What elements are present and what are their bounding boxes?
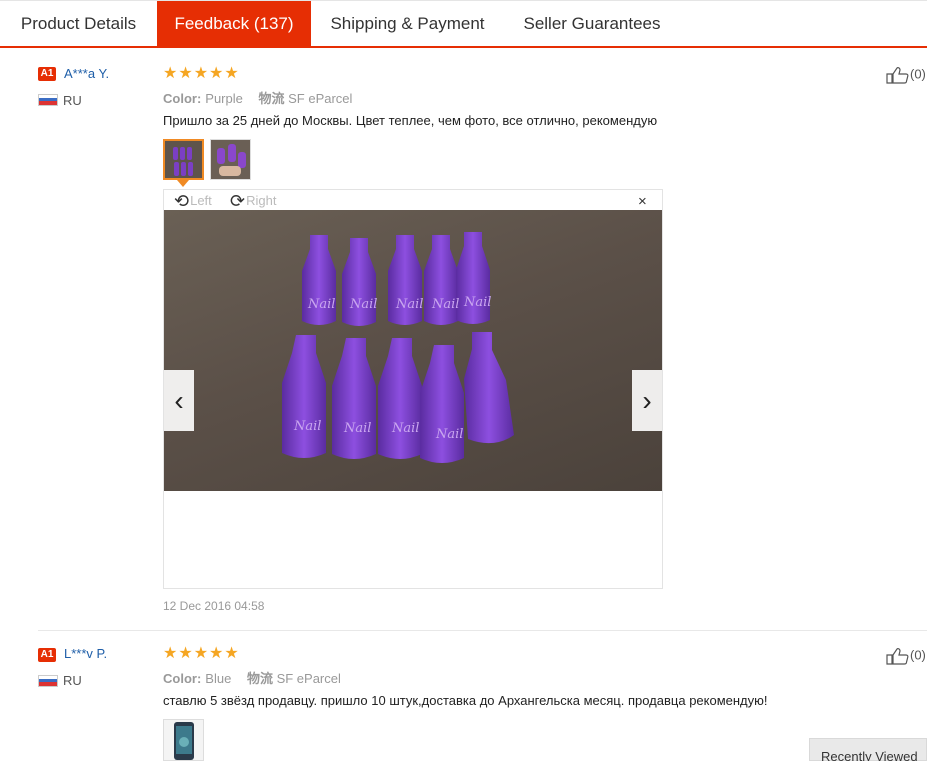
buyer-level-badge: A1 [38, 648, 56, 662]
country-flag-icon [38, 675, 58, 687]
review-divider [38, 630, 927, 631]
rotate-left-icon: ⟲ [174, 191, 190, 211]
review-meta: Color: Purple 物流 SF eParcel [163, 88, 352, 107]
color-value: Blue [205, 671, 232, 686]
previous-photo-button[interactable]: ‹ [164, 370, 194, 431]
reviewer-name[interactable]: A***a Y. [64, 66, 109, 81]
review-photo-thumbnail[interactable] [210, 139, 251, 180]
svg-text:Nail: Nail [431, 297, 459, 312]
tab-product-details[interactable]: Product Details [0, 0, 157, 46]
color-label: Color: [163, 91, 202, 106]
svg-text:Nail: Nail [307, 297, 335, 312]
svg-text:Nail: Nail [435, 427, 463, 442]
tab-seller-guarantees[interactable]: Seller Guarantees [504, 0, 680, 46]
buyer-level-badge: A1 [38, 67, 56, 81]
logistics-info: 物流 SF eParcel [258, 91, 352, 106]
review-photo-thumbnail[interactable] [163, 719, 204, 761]
review-meta: Color: Blue 物流 SF eParcel [163, 668, 341, 687]
svg-text:Nail: Nail [391, 421, 419, 436]
helpful-count: (0) [910, 647, 926, 663]
tab-bar: Product Details Feedback (137) Shipping … [0, 0, 927, 48]
helpful-button[interactable]: (0) [886, 647, 926, 665]
svg-text:Nail: Nail [349, 297, 377, 312]
review-text: Пришло за 25 дней до Москвы. Цвет теплее… [163, 113, 658, 128]
star-rating: ★★★★★ [163, 645, 240, 662]
rotate-right-icon: ⟳ [230, 191, 246, 211]
reviewer-name[interactable]: L***v P. [64, 646, 107, 661]
rotate-left-label: Left [190, 193, 212, 208]
next-photo-button[interactable]: › [632, 370, 662, 431]
close-icon[interactable]: × [638, 193, 647, 210]
tab-shipping-payment[interactable]: Shipping & Payment [311, 0, 504, 46]
svg-text:Nail: Nail [463, 295, 491, 310]
logistics-info: 物流 SF eParcel [247, 671, 341, 686]
photo-viewer: ⟲Left ⟳Right × Nail Nail Nail Nail Nail … [163, 189, 663, 589]
rotate-left-button[interactable]: ⟲Left [174, 191, 212, 212]
helpful-button[interactable]: (0) [886, 66, 926, 84]
review-photo-large: Nail Nail Nail Nail Nail Nail Nail Nail Nail ‹ … [164, 210, 662, 491]
svg-text:Nail: Nail [293, 419, 321, 434]
thumbs-up-icon [886, 67, 909, 84]
country-flag-icon [38, 94, 58, 106]
logistics-value: SF eParcel [276, 671, 341, 686]
helpful-count: (0) [910, 66, 926, 82]
rotate-right-label: Right [246, 193, 277, 208]
color-label: Color: [163, 671, 202, 686]
review-date: 12 Dec 2016 04:58 [163, 599, 265, 613]
selected-thumbnail-indicator [177, 180, 189, 187]
color-value: Purple [205, 91, 243, 106]
tab-feedback[interactable]: Feedback (137) [157, 1, 311, 47]
reviewer-country: RU [63, 673, 82, 688]
reviewer-country: RU [63, 93, 82, 108]
thumbs-up-icon [886, 648, 909, 665]
logistics-value: SF eParcel [288, 91, 353, 106]
recently-viewed-button[interactable]: Recently Viewed [809, 738, 927, 761]
review-photo-thumbnail[interactable] [163, 139, 204, 180]
logistics-label: 物流 [258, 91, 285, 106]
review-text: ставлю 5 звёзд продавцу. пришло 10 штук,… [163, 693, 768, 708]
rotate-right-button[interactable]: ⟳Right [230, 191, 276, 212]
logistics-label: 物流 [246, 671, 273, 686]
svg-text:Nail: Nail [395, 297, 423, 312]
svg-text:Nail: Nail [343, 421, 371, 436]
star-rating: ★★★★★ [163, 65, 240, 82]
